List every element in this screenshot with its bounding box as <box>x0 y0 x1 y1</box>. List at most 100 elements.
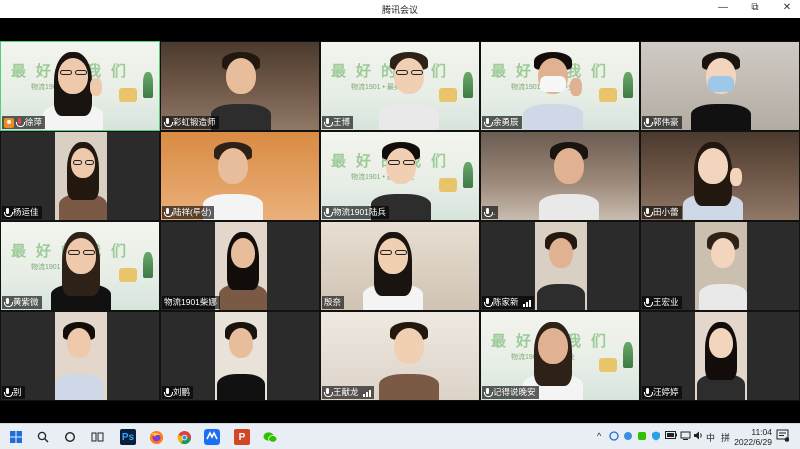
ime-mode[interactable]: 拼 <box>721 431 730 444</box>
participant-name: 汪婷婷 <box>653 387 679 397</box>
windows-taskbar: Ps P ^ 中 拼 11:04 2022/6/29 <box>0 423 800 449</box>
close-button[interactable]: ✕ <box>780 2 794 13</box>
photoshop-icon[interactable]: Ps <box>120 429 136 445</box>
participant-tile[interactable]: 杨运佳 <box>0 131 160 221</box>
participant-name-tag: 物流1901陆兵 <box>322 206 389 219</box>
portrait-video <box>55 312 107 400</box>
participant-tile[interactable]: 刘鹏 <box>160 311 320 401</box>
tencent-meeting-icon[interactable] <box>204 429 220 445</box>
participant-tile[interactable]: 别 <box>0 311 160 401</box>
participant-tile[interactable]: 汪婷婷 <box>640 311 800 401</box>
mic-icon <box>484 118 493 127</box>
face-mask <box>708 76 734 92</box>
mic-icon <box>644 388 653 397</box>
mic-icon <box>4 208 13 217</box>
person-face <box>709 328 733 358</box>
plant-decoration <box>623 72 633 98</box>
person-face <box>58 58 88 94</box>
system-clock[interactable]: 11:04 2022/6/29 <box>734 427 772 447</box>
participant-tile[interactable]: 田小蕾 <box>640 131 800 221</box>
video-grid: 最好的我们物流1901 • 最美毕业徐萍彩虹锻造师最好的我们物流1901 • 最… <box>0 41 800 402</box>
participant-name-tag: 田小蕾 <box>642 206 682 219</box>
portrait-video <box>215 312 267 400</box>
tray-app-icon[interactable] <box>609 431 619 443</box>
person-face <box>231 238 255 268</box>
input-language[interactable]: 中 <box>706 431 715 444</box>
hand-gesture <box>730 168 742 186</box>
portrait-video <box>215 222 267 310</box>
participant-tile[interactable]: 陆祥(루상) <box>160 131 320 221</box>
battery-icon[interactable] <box>665 431 677 441</box>
desk-decoration <box>439 178 457 192</box>
participant-tile[interactable]: 彩虹锻造师 <box>160 41 320 131</box>
mic-icon <box>164 388 173 397</box>
participant-tile[interactable]: 最好的我们物流1901 • 最美毕业物流1901陆兵 <box>320 131 480 221</box>
person-face <box>66 238 96 274</box>
audio-level-icon <box>362 389 371 397</box>
participant-name: 王博 <box>333 117 351 127</box>
mic-icon <box>4 298 13 307</box>
participant-tile[interactable]: 最好的我们物流1901 • 最美毕业王博 <box>320 41 480 131</box>
participant-name-tag: 王博 <box>322 116 354 129</box>
participant-name: . <box>493 207 496 217</box>
tray-shield-icon[interactable] <box>651 431 661 443</box>
tray-security-icon[interactable] <box>623 431 633 443</box>
participant-tile[interactable]: 殷奈 <box>320 221 480 311</box>
hand-gesture <box>90 78 102 96</box>
participant-tile[interactable]: 最好的我们物流1901 • 最美毕业记得说晚安 <box>480 311 640 401</box>
person-body <box>379 104 439 130</box>
glasses-icon <box>60 70 72 75</box>
powerpoint-icon[interactable]: P <box>234 429 250 445</box>
minimize-button[interactable]: — <box>716 2 730 13</box>
restore-button[interactable]: ⧉ <box>748 2 762 13</box>
person-body <box>55 374 103 400</box>
participant-tile[interactable]: 物流1901柴娜 <box>160 221 320 311</box>
cortana-icon[interactable] <box>62 429 78 445</box>
mic-icon <box>484 298 493 307</box>
window-titlebar: 腾讯会议 — ⧉ ✕ <box>0 0 800 18</box>
participant-name: 王献龙 <box>333 387 359 397</box>
participant-name: 陆祥(루상) <box>173 207 212 217</box>
participant-tile[interactable]: 最好的我们物流1901 • 最美毕业徐萍 <box>0 41 160 131</box>
participant-name: 田小蕾 <box>653 207 679 217</box>
wechat-icon[interactable] <box>262 429 278 445</box>
chrome-icon[interactable] <box>176 429 192 445</box>
participant-tile[interactable]: . <box>480 131 640 221</box>
person-body <box>539 194 599 220</box>
desk-decoration <box>439 88 457 102</box>
participant-name: 徐萍 <box>25 117 43 127</box>
participant-tile[interactable]: 郭伟豪 <box>640 41 800 131</box>
participant-name-tag: 余勇辰 <box>482 116 522 129</box>
face-mask <box>540 76 566 92</box>
participant-name: 陈家新 <box>493 297 519 307</box>
firefox-icon[interactable] <box>148 429 164 445</box>
windows-start-icon[interactable] <box>8 429 24 445</box>
volume-icon[interactable] <box>693 431 704 442</box>
person-face <box>378 238 408 274</box>
participant-tile[interactable]: 最好的我们物流1901 • 最美毕业余勇辰 <box>480 41 640 131</box>
participant-tile[interactable]: 最好的我们物流1901 • 最美毕业黄紫微 <box>0 221 160 311</box>
tray-wechat-icon[interactable] <box>637 431 647 443</box>
network-icon[interactable] <box>680 431 691 442</box>
participant-name-tag: 陆祥(루상) <box>162 206 215 219</box>
participant-name: 别 <box>13 387 22 397</box>
participant-tile[interactable]: 王宏业 <box>640 221 800 311</box>
participant-tile[interactable]: 陈家新 <box>480 221 640 311</box>
person-face <box>538 328 568 364</box>
tray-chevron-icon[interactable]: ^ <box>597 431 601 441</box>
participant-name-tag: 王献龙 <box>322 386 374 399</box>
desk-decoration <box>119 268 137 282</box>
participant-name-tag: 记得说晚安 <box>482 386 539 399</box>
participant-tile[interactable]: 王献龙 <box>320 311 480 401</box>
clock-date: 2022/6/29 <box>734 437 772 447</box>
top-spacer <box>0 18 800 41</box>
search-icon[interactable] <box>35 429 51 445</box>
person-face <box>698 148 728 184</box>
notification-icon[interactable] <box>776 429 790 444</box>
mic-icon <box>484 388 493 397</box>
task-view-icon[interactable] <box>89 429 105 445</box>
participant-name: 杨运佳 <box>13 207 39 217</box>
portrait-video <box>695 222 747 310</box>
bottom-spacer <box>0 402 800 423</box>
person-face <box>226 58 256 94</box>
